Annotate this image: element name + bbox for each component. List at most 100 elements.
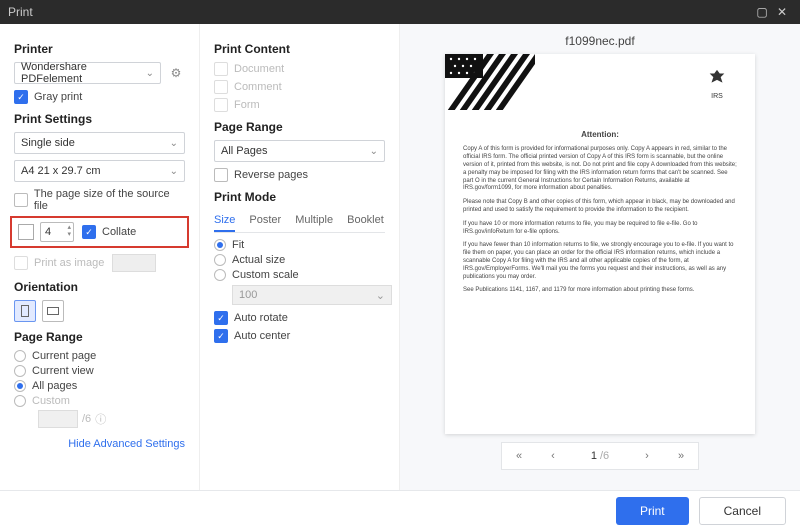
checkbox-icon bbox=[214, 80, 228, 94]
radio-icon bbox=[14, 365, 26, 377]
pager-last-button[interactable]: » bbox=[664, 450, 698, 462]
custom-scale-radio[interactable]: Custom scale bbox=[214, 269, 385, 281]
fit-radio[interactable]: Fit bbox=[214, 239, 385, 251]
printer-selected: Wondershare PDFelement bbox=[21, 61, 146, 85]
page-range-heading: Page Range bbox=[14, 330, 185, 344]
irs-logo-icon: IRS bbox=[697, 68, 737, 101]
preview-panel: f1099nec.pdf IRS Attention: Copy A of th… bbox=[400, 24, 800, 490]
gray-print-label: Gray print bbox=[34, 91, 82, 103]
cancel-button[interactable]: Cancel bbox=[699, 497, 786, 525]
actual-size-label: Actual size bbox=[232, 254, 285, 266]
preview-paragraph: Copy A of this form is provided for info… bbox=[463, 146, 737, 193]
custom-label: Custom bbox=[32, 395, 70, 407]
copies-input[interactable]: 4 ▴▾ bbox=[40, 222, 74, 242]
print-as-image-checkbox[interactable]: Print as image bbox=[14, 254, 185, 272]
printer-select[interactable]: Wondershare PDFelement ⌄ bbox=[14, 62, 161, 84]
tab-size[interactable]: Size bbox=[214, 210, 235, 232]
pager-page-num: 1 bbox=[591, 450, 597, 462]
irs-label: IRS bbox=[697, 92, 737, 101]
tab-poster[interactable]: Poster bbox=[249, 210, 281, 232]
auto-center-label: Auto center bbox=[234, 330, 290, 342]
all-pages-radio[interactable]: All pages bbox=[14, 380, 185, 392]
dialog-footer: Print Cancel bbox=[0, 490, 800, 531]
close-icon[interactable]: ✕ bbox=[772, 5, 792, 19]
radio-selected-icon bbox=[214, 239, 226, 251]
hide-advanced-link[interactable]: Hide Advanced Settings bbox=[14, 434, 185, 454]
chevron-down-icon: ⌄ bbox=[376, 289, 385, 302]
radio-icon bbox=[14, 395, 26, 407]
print-button[interactable]: Print bbox=[616, 497, 689, 525]
chevron-down-icon: ⌄ bbox=[370, 146, 378, 157]
printer-heading: Printer bbox=[14, 42, 185, 56]
print-mode-heading: Print Mode bbox=[214, 190, 385, 204]
orientation-landscape-button[interactable] bbox=[42, 300, 64, 322]
sides-select[interactable]: Single side ⌄ bbox=[14, 132, 185, 154]
chevron-down-icon: ⌄ bbox=[170, 138, 178, 149]
document-checkbox[interactable]: ✓Document bbox=[214, 62, 385, 76]
orientation-portrait-button[interactable] bbox=[14, 300, 36, 322]
page-size-source-checkbox[interactable]: The page size of the source file bbox=[14, 188, 185, 212]
current-page-label: Current page bbox=[32, 350, 96, 362]
mid-page-range-heading: Page Range bbox=[214, 120, 385, 134]
dpi-input bbox=[112, 254, 156, 272]
tab-booklet[interactable]: Booklet bbox=[347, 210, 384, 232]
checkbox-checked-icon: ✓ bbox=[214, 311, 228, 325]
custom-scale-label: Custom scale bbox=[232, 269, 299, 281]
print-content-heading: Print Content bbox=[214, 42, 385, 56]
reverse-label: Reverse pages bbox=[234, 169, 308, 181]
preview-paragraph: If you have 10 or more information retur… bbox=[463, 221, 737, 237]
preview-paragraph: Please note that Copy B and other copies… bbox=[463, 199, 737, 215]
paper-value: A4 21 x 29.7 cm bbox=[21, 165, 101, 177]
preview-pager: « ‹ 1 /6 › » bbox=[501, 442, 699, 470]
flag-graphic-icon bbox=[445, 54, 535, 110]
current-view-label: Current view bbox=[32, 365, 94, 377]
left-panel: Printer Wondershare PDFelement ⌄ ⚙ ✓ Gra… bbox=[0, 24, 200, 490]
reverse-pages-checkbox[interactable]: Reverse pages bbox=[214, 168, 385, 182]
checkbox-checked-icon: ✓ bbox=[14, 90, 28, 104]
paper-select[interactable]: A4 21 x 29.7 cm ⌄ bbox=[14, 160, 185, 182]
pager-first-button[interactable]: « bbox=[502, 450, 536, 462]
form-label: Form bbox=[234, 99, 260, 111]
all-pages-label: All pages bbox=[32, 380, 77, 392]
form-checkbox[interactable]: Form bbox=[214, 98, 385, 112]
checkbox-icon bbox=[214, 168, 228, 182]
radio-selected-icon bbox=[14, 380, 26, 392]
page-range-value: All Pages bbox=[221, 145, 267, 157]
attention-heading: Attention: bbox=[463, 130, 737, 140]
preview-filename: f1099nec.pdf bbox=[565, 24, 634, 54]
checkbox-icon bbox=[214, 98, 228, 112]
custom-range-radio[interactable]: Custom bbox=[14, 395, 185, 407]
actual-size-radio[interactable]: Actual size bbox=[214, 254, 385, 266]
tab-multiple[interactable]: Multiple bbox=[295, 210, 333, 232]
current-view-radio[interactable]: Current view bbox=[14, 365, 185, 377]
orientation-heading: Orientation bbox=[14, 280, 185, 294]
radio-icon bbox=[214, 269, 226, 281]
main-content: Printer Wondershare PDFelement ⌄ ⚙ ✓ Gra… bbox=[0, 24, 800, 490]
middle-panel: Print Content ✓Document Comment Form Pag… bbox=[200, 24, 400, 490]
page-range-select[interactable]: All Pages ⌄ bbox=[214, 140, 385, 162]
gray-print-checkbox[interactable]: ✓ Gray print bbox=[14, 90, 185, 104]
pager-next-button[interactable]: › bbox=[630, 450, 664, 462]
pager-page: 1 /6 bbox=[570, 450, 630, 462]
maximize-icon[interactable]: ▢ bbox=[752, 5, 772, 19]
info-icon: ⓘ bbox=[95, 411, 106, 427]
checkbox-checked-icon: ✓ bbox=[82, 225, 96, 239]
current-page-radio[interactable]: Current page bbox=[14, 350, 185, 362]
window-title: Print bbox=[8, 5, 752, 19]
print-as-image-label: Print as image bbox=[34, 257, 104, 269]
preview-page: IRS Attention: Copy A of this form is pr… bbox=[445, 54, 755, 434]
auto-center-checkbox[interactable]: ✓ Auto center bbox=[214, 329, 385, 343]
scale-value: 100 bbox=[239, 289, 257, 301]
spinner-arrows-icon[interactable]: ▴▾ bbox=[67, 224, 71, 238]
printer-settings-icon[interactable]: ⚙ bbox=[167, 64, 185, 82]
comment-checkbox[interactable]: Comment bbox=[214, 80, 385, 94]
auto-rotate-checkbox[interactable]: ✓ Auto rotate bbox=[214, 311, 385, 325]
chevron-down-icon: ⌄ bbox=[170, 166, 178, 177]
preview-paragraph: If you have fewer than 10 information re… bbox=[463, 242, 737, 281]
auto-rotate-label: Auto rotate bbox=[234, 312, 288, 324]
collate-checkbox[interactable]: ✓ Collate bbox=[82, 225, 136, 239]
pager-total: /6 bbox=[600, 450, 609, 462]
copies-value: 4 bbox=[45, 226, 51, 238]
pager-prev-button[interactable]: ‹ bbox=[536, 450, 570, 462]
checkbox-icon bbox=[14, 256, 28, 270]
